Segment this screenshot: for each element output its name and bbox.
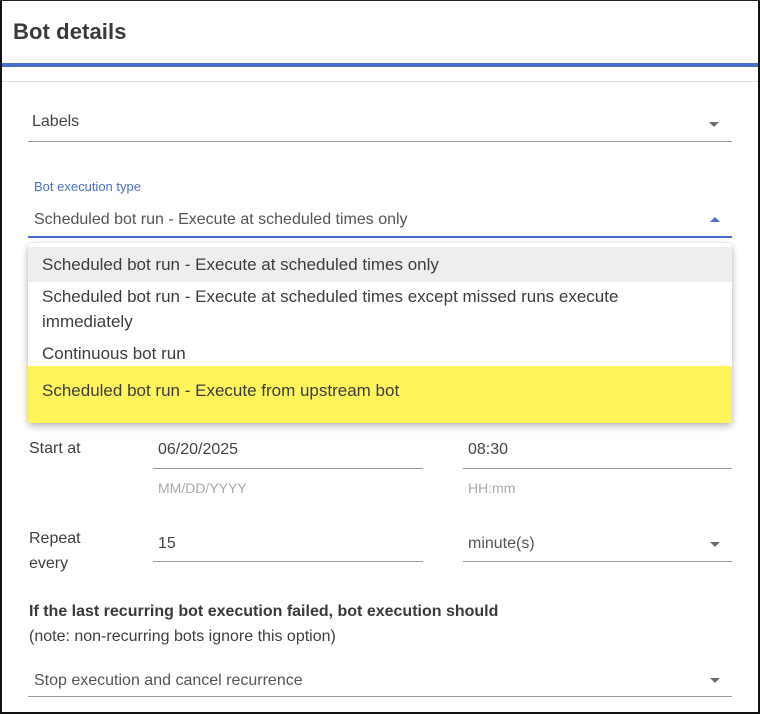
chevron-down-icon[interactable] xyxy=(710,678,720,683)
start-time-value: 08:30 xyxy=(468,441,509,458)
repeat-unit-select[interactable]: minute(s) xyxy=(463,525,732,565)
start-time-underline xyxy=(463,468,732,469)
failure-behavior-underline xyxy=(28,696,732,697)
execution-type-value: Scheduled bot run - Execute at scheduled… xyxy=(34,211,408,228)
page-title: Bot details xyxy=(13,19,127,44)
execution-type-option[interactable]: Scheduled bot run - Execute from upstrea… xyxy=(28,366,732,423)
repeat-value-input[interactable]: 15 xyxy=(153,525,423,565)
repeat-value: 15 xyxy=(158,535,176,552)
header-accent-bar xyxy=(2,63,758,67)
execution-type-select[interactable]: Bot execution type Scheduled bot run - E… xyxy=(28,177,732,239)
execution-type-option[interactable]: Continuous bot run xyxy=(28,340,732,366)
failure-behavior-select[interactable]: Stop execution and cancel recurrence xyxy=(28,661,732,699)
execution-type-underline xyxy=(28,236,732,238)
execution-type-option[interactable]: Scheduled bot run - Execute at scheduled… xyxy=(28,247,732,282)
labels-select-underline xyxy=(28,141,732,142)
failure-heading: If the last recurring bot execution fail… xyxy=(29,603,499,620)
repeat-value-underline xyxy=(153,561,423,562)
panel-header: Bot details xyxy=(2,1,758,63)
chevron-up-icon[interactable] xyxy=(710,217,720,222)
header-divider xyxy=(2,81,758,82)
repeat-label-line2: every xyxy=(29,555,69,572)
chevron-down-icon[interactable] xyxy=(709,122,719,127)
start-date-underline xyxy=(153,468,423,469)
start-time-hint: HH:mm xyxy=(468,480,516,496)
repeat-label-line1: Repeat xyxy=(29,530,81,547)
execution-type-option[interactable]: Scheduled bot run - Execute at scheduled… xyxy=(28,282,732,338)
start-at-label: Start at xyxy=(29,440,81,457)
failure-note: (note: non-recurring bots ignore this op… xyxy=(29,628,336,645)
execution-type-menu: Scheduled bot run - Execute at scheduled… xyxy=(28,243,732,423)
labels-select-placeholder: Labels xyxy=(32,113,80,130)
repeat-unit-value: minute(s) xyxy=(468,535,535,552)
bot-details-panel: Bot details Labels Bot execution type Sc… xyxy=(0,0,760,714)
start-date-value: 06/20/2025 xyxy=(158,441,239,458)
start-date-hint: MM/DD/YYYY xyxy=(158,480,247,496)
failure-behavior-value: Stop execution and cancel recurrence xyxy=(34,672,303,689)
start-time-input[interactable]: 08:30 xyxy=(463,431,732,471)
start-date-input[interactable]: 06/20/2025 xyxy=(153,431,423,471)
repeat-unit-underline xyxy=(463,561,732,562)
labels-select[interactable]: Labels xyxy=(28,101,732,143)
execution-type-label: Bot execution type xyxy=(34,179,141,194)
chevron-down-icon[interactable] xyxy=(710,542,720,547)
